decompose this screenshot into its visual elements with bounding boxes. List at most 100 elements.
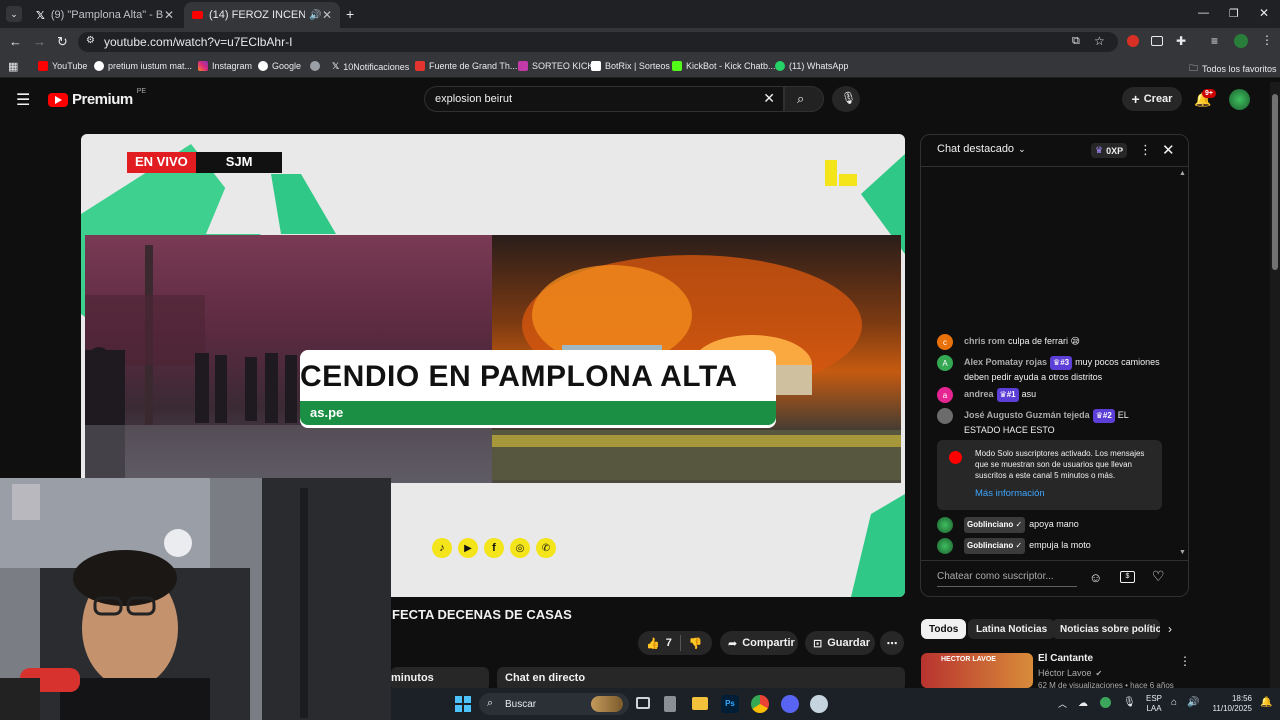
chat-author[interactable]: chris rom [964,336,1005,346]
browser-menu-icon[interactable]: ⋮ [1261,33,1273,47]
chevron-up-icon[interactable]: ︿ [1058,697,1067,710]
chat-author[interactable]: andrea [964,389,994,399]
bookmark-instagram[interactable]: Instagram [198,61,252,71]
minimize-button[interactable]: — [1198,7,1209,19]
chat-author[interactable]: José Augusto Guzmán tejeda [964,410,1090,420]
speaker-icon[interactable]: 🔊 [309,10,321,21]
start-button[interactable] [455,696,471,712]
page-scrollbar[interactable] [1270,82,1280,688]
scroll-down-icon[interactable]: ▼ [1179,549,1186,556]
thumbs-down-icon[interactable]: 👎 [689,637,703,650]
steam-icon[interactable] [810,695,828,713]
bookmark-star-icon[interactable]: ☆ [1094,34,1105,48]
extension-icon[interactable] [1127,35,1139,47]
chat-scrollbar[interactable]: ▲ ▼ [1179,170,1186,556]
share-button[interactable]: ➦ Compartir [720,631,798,655]
new-tab-button[interactable]: + [346,6,354,22]
chip-latina-noticias[interactable]: Latina Noticias [968,619,1056,639]
related-video-channel[interactable]: Héctor Lavoe ✔ [1038,668,1102,678]
extension-icon[interactable] [1151,36,1163,46]
emoji-icon[interactable]: ☺ [1089,570,1102,585]
chat-more-icon[interactable]: ⋮ [1139,142,1152,158]
chat-input[interactable]: Chatear como suscriptor... [937,567,1077,587]
bookmark-sorteo-kick[interactable]: SORTEO KICK [518,61,593,71]
tab-x-search[interactable]: 𝕏 (9) "Pamplona Alta" - Buscar / X ✕ [28,2,182,28]
close-icon[interactable]: ✕ [164,8,174,22]
chevron-right-icon[interactable]: › [1168,622,1172,636]
notification-center-icon[interactable]: 🔔 [1260,697,1272,708]
site-info-icon[interactable]: ⚙ [86,35,95,46]
photoshop-icon[interactable]: Ps [721,695,739,713]
back-icon[interactable]: ← [9,34,22,49]
clock[interactable]: 18:56 11/10/2025 [1208,694,1252,714]
video-options-icon[interactable]: ⋮ [1179,654,1191,668]
bookmark-botrix[interactable]: BotRix | Sorteos [591,61,670,71]
voice-search-button[interactable]: 🎙 [832,86,860,112]
printer-app-icon[interactable] [664,696,676,712]
media-controls-icon[interactable]: ≡ [1211,34,1218,48]
language-indicator[interactable]: ESP LAA [1146,694,1162,714]
member-author-chip[interactable]: Goblinciano ✓ [964,538,1026,554]
clear-search-icon[interactable]: ✕ [763,90,775,107]
chip-all[interactable]: Todos [921,619,967,639]
security-icon[interactable] [1100,697,1111,708]
profile-avatar[interactable] [1234,34,1248,48]
subscribers-only-notice: Modo Solo suscriptores activado. Los men… [937,440,1162,510]
chat-author[interactable]: Alex Pomatay rojas [964,357,1047,367]
channel-points-button[interactable]: ♛ 0XP [1091,143,1128,158]
search-input[interactable]: explosion beirut ✕ [424,86,784,112]
discord-icon[interactable] [781,695,799,713]
account-avatar[interactable] [1229,89,1250,110]
all-bookmarks-folder[interactable]: 🗀 Todos los favoritos [1189,61,1277,77]
reload-icon[interactable]: ↻ [57,34,68,50]
apps-grid-icon[interactable]: ▦ [8,60,18,73]
bookmark-google[interactable]: Google [258,61,301,71]
close-chat-icon[interactable]: ✕ [1162,141,1175,159]
x-icon: 𝕏 [332,61,340,71]
more-info-link[interactable]: Más información [975,488,1045,499]
more-actions-button[interactable]: ⋯ [880,631,904,655]
bookmark-grand-theft[interactable]: Fuente de Grand Th... [415,61,517,71]
close-icon[interactable]: ✕ [322,8,332,22]
bookmark-youtube[interactable]: YouTube [38,61,87,71]
close-window-button[interactable]: ✕ [1259,6,1269,20]
onedrive-icon[interactable]: ☁ [1078,698,1088,709]
chat-mode-selector[interactable]: Chat destacado ⌄ [937,143,1026,155]
tab-search-button[interactable]: ⌄ [6,6,22,22]
scroll-up-icon[interactable]: ▲ [1179,170,1186,177]
avatar [937,408,953,424]
extensions-puzzle-icon[interactable]: ✚ [1176,34,1186,48]
file-explorer-icon[interactable] [692,697,708,710]
taskbar-search[interactable]: ⌕ Buscar [479,693,629,715]
tab-youtube-video[interactable]: (14) FEROZ INCENDIO EN S 🔊 ✕ [184,2,340,28]
chip-noticias-politica[interactable]: Noticias sobre política [1052,619,1160,639]
restore-button[interactable]: ❐ [1229,7,1239,20]
bookmark-whatsapp[interactable]: (11) WhatsApp [775,61,848,71]
heart-icon[interactable]: ♡ [1152,568,1165,585]
chrome-icon[interactable] [751,695,769,713]
bookmark-10notificaciones[interactable]: 𝕏 10Notificaciones [332,61,409,72]
search-button[interactable]: ⌕ [784,86,824,112]
scroll-thumb[interactable] [1272,94,1278,270]
forward-icon[interactable]: → [33,34,46,49]
bookmark-globe[interactable] [310,61,320,71]
create-button[interactable]: + Crear [1122,87,1182,111]
member-author-chip[interactable]: Goblinciano ✓ [964,517,1026,533]
volume-icon[interactable]: 🔊 [1187,697,1199,708]
like-button[interactable]: 👍 7 [638,637,672,650]
install-app-icon[interactable]: ⧉ [1072,35,1080,48]
menu-hamburger-icon[interactable]: ☰ [16,90,30,110]
related-video-thumbnail[interactable]: HECTOR LAVOE [921,653,1033,688]
bookmark-pretium[interactable]: pretium iustum mat... [94,61,192,71]
botrix-icon [591,61,601,71]
network-icon[interactable]: ⌂ [1171,697,1177,708]
save-button[interactable]: ⊡ Guardar [805,631,875,655]
bookmark-kickbot[interactable]: KickBot - Kick Chatb... [672,61,776,71]
super-chat-icon[interactable]: $ [1120,571,1135,583]
youtube-logo[interactable]: Premium PE [48,88,146,108]
related-video-title[interactable]: El Cantante [1038,653,1093,664]
microphone-tray-icon[interactable]: 🎙 [1123,697,1136,708]
tiktok-icon: ♪ [432,538,452,558]
task-view-icon[interactable] [636,697,650,709]
url-text[interactable]: youtube.com/watch?v=u7EClbAhr-I [104,35,292,49]
